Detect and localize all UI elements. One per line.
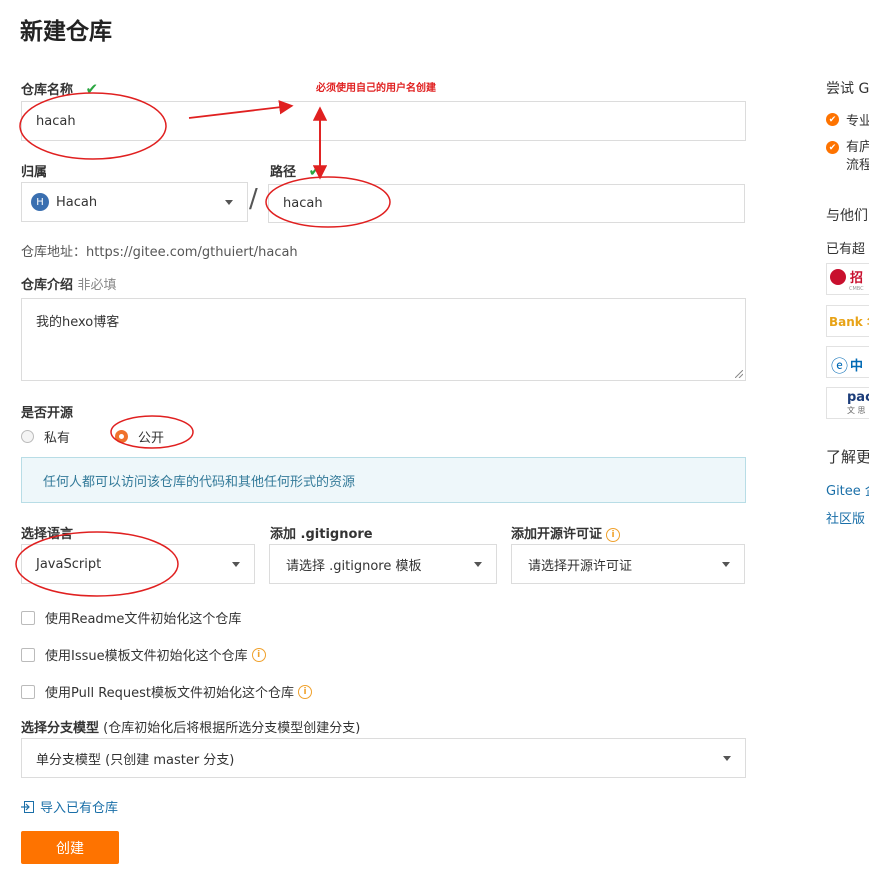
partner-logo-pactera-text: pac xyxy=(847,390,869,405)
check-icon: ✔ xyxy=(85,80,99,98)
sidebar-feature-1-text: 专业 xyxy=(846,114,869,129)
intro-label-text: 仓库介绍 xyxy=(21,278,74,293)
repo-address-label: 仓库地址： xyxy=(21,245,87,260)
sidebar-partners-sub: 已有超 xyxy=(826,242,866,257)
radio-public-label: 公开 xyxy=(138,431,165,446)
sidebar-partners-title: 与他们 xyxy=(826,208,868,224)
language-label: 选择语言 xyxy=(21,527,74,542)
owner-value: Hacah xyxy=(56,194,98,210)
chevron-down-icon xyxy=(723,755,731,761)
language-select[interactable]: JavaScript xyxy=(21,544,255,584)
gitignore-value: 请选择 .gitignore 模板 xyxy=(286,558,422,574)
sidebar-link-community[interactable]: 社区版 xyxy=(826,508,865,527)
issue-checkbox[interactable] xyxy=(21,647,35,662)
import-repo-label: 导入已有仓库 xyxy=(40,801,119,816)
sidebar-learn-more: 了解更 xyxy=(826,448,869,466)
pr-label: 使用Pull Request模板文件初始化这个仓库 xyxy=(45,686,295,701)
check-circle-icon: ✔ xyxy=(826,141,839,154)
page-title: 新建仓库 xyxy=(20,19,112,45)
branch-model-value: 单分支模型 (只创建 master 分支) xyxy=(36,752,235,768)
branch-model-label-text: 选择分支模型 xyxy=(21,721,100,736)
partner-logo-telecom-text: 中 xyxy=(850,359,864,374)
sidebar-link-enterprise[interactable]: Gitee 企 xyxy=(826,480,869,499)
partner-logo-cmb-sub: CMBC xyxy=(849,286,864,292)
radio-public-circle[interactable] xyxy=(115,430,128,443)
annotation-note: 必须使用自己的用户名创建 xyxy=(316,83,436,94)
intro-textarea[interactable]: 我的hexo博客 xyxy=(21,298,746,381)
owner-select[interactable]: H Hacah xyxy=(21,182,248,222)
readme-checkbox-row[interactable]: 使用Readme文件初始化这个仓库 xyxy=(21,608,241,627)
intro-label: 仓库介绍 非必填 xyxy=(21,274,117,293)
partner-logo-pactera-sub: 文 思 xyxy=(847,406,866,415)
path-value: hacah xyxy=(283,196,323,211)
chevron-down-icon xyxy=(232,561,240,567)
branch-model-hint: (仓库初始化后将根据所选分支模型创建分支) xyxy=(103,721,361,736)
path-input[interactable]: hacah xyxy=(268,184,745,223)
info-icon[interactable]: i xyxy=(251,647,266,662)
readme-label: 使用Readme文件初始化这个仓库 xyxy=(45,612,242,627)
language-value: JavaScript xyxy=(36,556,102,572)
path-separator: / xyxy=(249,184,258,214)
pr-checkbox-row[interactable]: 使用Pull Request模板文件初始化这个仓库 i xyxy=(21,682,313,701)
import-repo-link[interactable]: 导入已有仓库 xyxy=(21,797,118,816)
partner-logo-telecom: ⓔ 中 xyxy=(826,346,869,378)
intro-optional: 非必填 xyxy=(77,278,117,293)
path-label-text: 路径 xyxy=(270,165,297,180)
check-icon: ✔ xyxy=(308,162,322,180)
open-source-label: 是否开源 xyxy=(21,406,74,421)
license-value: 请选择开源许可证 xyxy=(528,558,633,574)
issue-checkbox-row[interactable]: 使用Issue模板文件初始化这个仓库 i xyxy=(21,645,266,664)
gitignore-label: 添加 .gitignore xyxy=(270,527,373,542)
license-select[interactable]: 请选择开源许可证 xyxy=(511,544,745,584)
partner-logo-bank: Bank 华 xyxy=(826,305,869,337)
pr-checkbox[interactable] xyxy=(21,684,35,699)
repo-address-value: https://gitee.com/gthuiert/hacah xyxy=(86,245,298,260)
radio-private-circle[interactable] xyxy=(21,430,34,443)
owner-avatar: H xyxy=(31,193,49,211)
chevron-down-icon xyxy=(474,561,482,567)
radio-public[interactable]: 公开 xyxy=(115,427,164,446)
repo-address: 仓库地址：https://gitee.com/gthuiert/hacah xyxy=(21,241,298,260)
check-circle-icon: ✔ xyxy=(826,113,839,126)
partner-logo-cmb-text: 招 xyxy=(850,271,864,286)
chevron-down-icon xyxy=(225,199,233,205)
sidebar-feature-2-line2: 流程 xyxy=(846,158,869,173)
radio-private[interactable]: 私有 xyxy=(21,427,70,446)
import-icon xyxy=(21,800,34,813)
info-icon[interactable]: i xyxy=(606,527,621,542)
license-label: 添加开源许可证 i xyxy=(511,523,621,542)
sidebar-feature-2-line1: 有庐 xyxy=(846,140,869,155)
resize-handle-icon[interactable] xyxy=(735,370,743,378)
path-label: 路径 ✔ xyxy=(270,161,321,180)
readme-checkbox[interactable] xyxy=(21,610,35,625)
license-label-text: 添加开源许可证 xyxy=(511,527,603,542)
partner-logo-bank-text: Bank 华 xyxy=(829,315,869,329)
partner-logo-cmb: 招 CMBC xyxy=(826,263,869,295)
owner-label: 归属 xyxy=(21,165,48,180)
intro-value: 我的hexo博客 xyxy=(36,315,120,330)
repo-name-label-text: 仓库名称 xyxy=(21,83,74,98)
create-button[interactable]: 创建 xyxy=(21,831,119,864)
repo-name-input[interactable]: hacah xyxy=(21,101,746,141)
sidebar-feature-2: ✔ 有庐 流程 xyxy=(826,139,869,175)
radio-private-label: 私有 xyxy=(44,431,71,446)
sidebar-try-title: 尝试 G xyxy=(826,81,869,97)
partner-logo-pactera: pac 文 思 xyxy=(826,387,869,419)
repo-name-value: hacah xyxy=(36,113,76,129)
issue-label: 使用Issue模板文件初始化这个仓库 xyxy=(45,649,248,664)
repo-name-label: 仓库名称 ✔ xyxy=(21,79,98,98)
gitignore-select[interactable]: 请选择 .gitignore 模板 xyxy=(269,544,497,584)
branch-model-select[interactable]: 单分支模型 (只创建 master 分支) xyxy=(21,738,746,778)
branch-model-label: 选择分支模型 (仓库初始化后将根据所选分支模型创建分支) xyxy=(21,717,360,736)
sidebar-feature-1: ✔ 专业 xyxy=(826,110,869,129)
chevron-down-icon xyxy=(722,561,730,567)
public-notice: 任何人都可以访问该仓库的代码和其他任何形式的资源 xyxy=(21,457,746,503)
info-icon[interactable]: i xyxy=(298,684,313,699)
